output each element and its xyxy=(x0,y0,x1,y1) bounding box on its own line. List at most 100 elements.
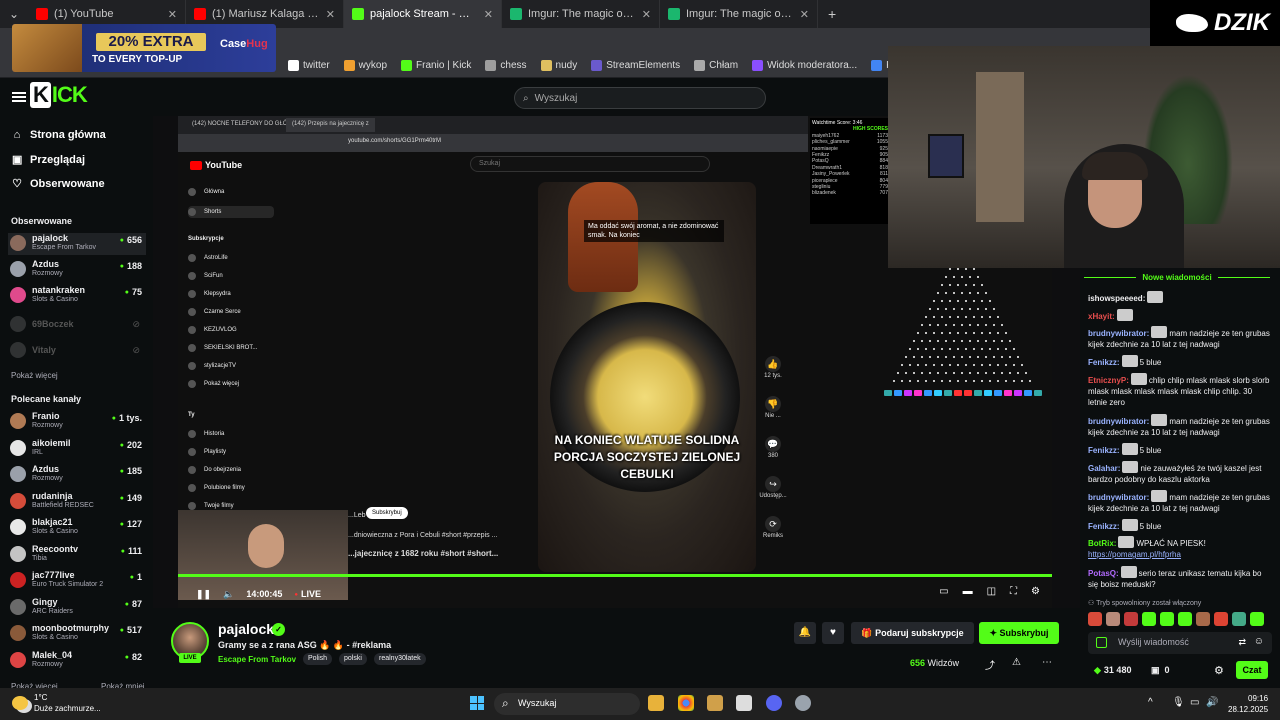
nav-following[interactable]: ♡ Obserwowane xyxy=(12,177,105,191)
quick-emotes[interactable] xyxy=(1088,612,1264,626)
subscribe-button[interactable]: ✦ Subskrybuj xyxy=(979,622,1059,644)
chat-settings-icon[interactable]: ⚙ xyxy=(1214,664,1224,677)
volume-icon[interactable]: 🔈 xyxy=(223,589,234,600)
sidebar-channel-azdus[interactable]: AzdusRozmowy 185 xyxy=(8,464,146,486)
emote[interactable] xyxy=(1160,612,1174,626)
channel-points[interactable]: 31 480 xyxy=(1094,665,1132,676)
bookmark-item[interactable]: twitter xyxy=(288,60,330,71)
ad-banner[interactable]: 20% EXTRA TO EVERY TOP-UP CaseHug xyxy=(12,24,276,72)
tab-list-icon[interactable]: ⌄ xyxy=(0,7,28,21)
bookmark-item[interactable]: Widok moderatora... xyxy=(752,60,857,71)
browser-tab[interactable]: Imgur: The magic of the Internet ✕ xyxy=(502,0,660,28)
clip-icon[interactable]: ▭ xyxy=(939,586,948,597)
sidebar-channel-natankraken[interactable]: natankrakenSlots & Casino 75 xyxy=(8,285,146,307)
browser-tab[interactable]: pajalock Stream - Watch Live ✕ xyxy=(344,0,502,28)
bookmark-item[interactable]: wykop xyxy=(343,60,387,71)
tag-polish[interactable]: Polish xyxy=(303,653,333,665)
chat-username[interactable]: Galahar: xyxy=(1088,464,1120,473)
theater-icon[interactable]: ▬ xyxy=(963,586,973,597)
emote[interactable] xyxy=(1088,612,1102,626)
file-explorer-icon[interactable] xyxy=(648,695,664,711)
emote[interactable] xyxy=(1106,612,1120,626)
chrome-icon[interactable] xyxy=(678,695,694,711)
chat-username[interactable]: PotasQ: xyxy=(1088,569,1119,578)
report-icon[interactable]: ⚠ xyxy=(1012,657,1021,668)
emote-picker-icon[interactable] xyxy=(1096,637,1107,648)
emote[interactable] xyxy=(1250,612,1264,626)
sidebar-channel-pajalock[interactable]: pajalockEscape From Tarkov 656 xyxy=(8,233,146,255)
kick-logo[interactable]: K ICK xyxy=(30,82,88,108)
tray-chevron-icon[interactable]: ^ xyxy=(1148,697,1153,708)
sidebar-channel-blakjac21[interactable]: blakjac21Slots & Casino 127 xyxy=(8,517,146,539)
send-chat-button[interactable]: Czat xyxy=(1236,661,1268,679)
show-more-followed[interactable]: Pokaż więcej xyxy=(11,371,58,380)
sidebar-channel-azdus[interactable]: AzdusRozmowy 188 xyxy=(8,259,146,281)
sidebar-channel-reecoontv[interactable]: ReecoontvTibia 111 xyxy=(8,544,146,566)
sidebar-channel-69boczek[interactable]: 69Boczek ⊘ xyxy=(8,314,146,336)
nav-home[interactable]: ⌂ Strona główna xyxy=(12,129,106,141)
taskbar-search[interactable]: Wyszukaj xyxy=(494,693,640,715)
pause-icon[interactable]: ❚❚ xyxy=(196,589,211,600)
emote[interactable] xyxy=(1214,612,1228,626)
speaker-icon[interactable]: 🔊 xyxy=(1206,697,1218,708)
sidebar-channel-vitaly[interactable]: Vitaly ⊘ xyxy=(8,340,146,362)
notifications-button[interactable]: 🔔 xyxy=(794,622,816,644)
chat-username[interactable]: xHayit: xyxy=(1088,312,1115,321)
chat-input[interactable]: Wyślij wiadomość ⇄ ☺ xyxy=(1088,632,1272,654)
chat-username[interactable]: Fenikzz: xyxy=(1088,446,1120,455)
stream-category[interactable]: Escape From Tarkov xyxy=(218,655,296,664)
chat-username[interactable]: brudnywibrator: xyxy=(1088,329,1149,338)
emote[interactable] xyxy=(1196,612,1210,626)
sidebar-channel-rudaninja[interactable]: rudaninjaBattlefield REDSEC 149 xyxy=(8,491,146,513)
nav-browse[interactable]: ▣ Przeglądaj xyxy=(12,153,85,167)
chat-username[interactable]: EtnicznyP: xyxy=(1088,376,1129,385)
emoji-icon[interactable]: ☺ xyxy=(1254,636,1264,647)
translate-icon[interactable]: ⇄ xyxy=(1238,637,1246,648)
follow-heart-button[interactable]: ♥ xyxy=(822,622,844,644)
emote[interactable] xyxy=(1124,612,1138,626)
sidebar-channel-aikoiemil[interactable]: aikoiemilIRL 202 xyxy=(8,438,146,460)
sidebar-channel-moonbootmurphy[interactable]: moonbootmurphySlots & Casino 517 xyxy=(8,623,146,645)
close-icon[interactable]: ✕ xyxy=(642,8,651,21)
close-icon[interactable]: ✕ xyxy=(168,8,177,21)
mic-icon[interactable]: 🎙 xyxy=(1172,697,1185,708)
fullscreen-icon[interactable]: ⛶ xyxy=(1010,586,1017,597)
close-icon[interactable]: ✕ xyxy=(484,8,493,21)
bookmark-item[interactable]: StreamElements xyxy=(591,60,680,71)
new-tab-icon[interactable]: + xyxy=(818,6,846,22)
chat-link[interactable]: https://pomagam.pl/hfprha xyxy=(1088,550,1181,559)
settings-icon[interactable]: ⚙ xyxy=(1031,586,1040,597)
close-icon[interactable]: ✕ xyxy=(800,8,809,21)
emote[interactable] xyxy=(1142,612,1156,626)
bookmark-item[interactable]: Chłam xyxy=(694,60,738,71)
stream-progress[interactable] xyxy=(178,574,1052,577)
tag-polski[interactable]: polski xyxy=(339,653,367,665)
app-icon[interactable] xyxy=(736,695,752,711)
bookmark-item[interactable]: nudy xyxy=(540,60,577,71)
emote[interactable] xyxy=(1232,612,1246,626)
chat-username[interactable]: brudnywibrator: xyxy=(1088,493,1149,502)
chat-username[interactable]: ishowspeeeed: xyxy=(1088,294,1145,303)
app-icon[interactable] xyxy=(707,695,723,711)
bookmark-item[interactable]: Franio | Kick xyxy=(401,60,471,71)
menu-icon[interactable] xyxy=(12,92,26,102)
chat-username[interactable]: Fenikzz: xyxy=(1088,522,1120,531)
bookmark-item[interactable]: chess xyxy=(485,60,527,71)
share-icon[interactable]: ⤴ xyxy=(985,657,995,672)
close-icon[interactable]: ✕ xyxy=(326,8,335,21)
discord-icon[interactable] xyxy=(766,695,782,711)
sidebar-channel-jac777live[interactable]: jac777liveEuro Truck Simulator 2 1 xyxy=(8,570,146,592)
more-icon[interactable]: ⋯ xyxy=(1042,657,1052,668)
windows-start-icon[interactable] xyxy=(470,696,484,710)
chat-username[interactable]: Fenikzz: xyxy=(1088,358,1120,367)
sidebar-channel-franio[interactable]: FranioRozmowy 1 tys. xyxy=(8,411,146,433)
emote[interactable] xyxy=(1178,612,1192,626)
gift-count[interactable]: 0 xyxy=(1151,665,1170,676)
display-icon[interactable]: ▭ xyxy=(1190,697,1199,708)
sidebar-channel-gingy[interactable]: GingyARC Raiders 87 xyxy=(8,597,146,619)
gift-subs-button[interactable]: 🎁 Podaruj subskrypcje xyxy=(851,622,974,644)
channel-name[interactable]: pajalock xyxy=(218,621,274,637)
chat-username[interactable]: BotRix: xyxy=(1088,539,1116,548)
browser-tab[interactable]: Imgur: The magic of the Internet ✕ xyxy=(660,0,818,28)
pip-icon[interactable]: ◫ xyxy=(987,586,996,597)
